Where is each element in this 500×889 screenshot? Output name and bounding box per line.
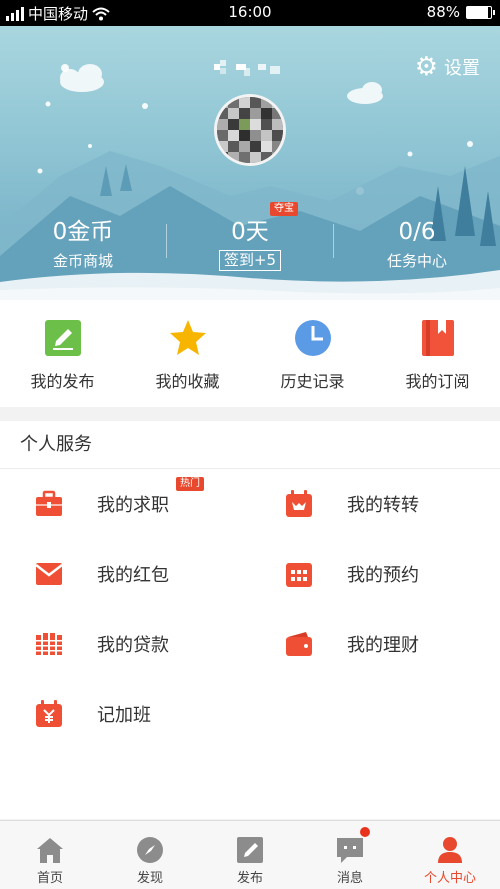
username-pixelated xyxy=(214,60,280,76)
avatar[interactable] xyxy=(214,94,286,166)
tab-publish[interactable]: 发布 xyxy=(200,821,300,889)
settings-button[interactable]: ⚙ 设置 xyxy=(415,54,480,80)
tab-discover[interactable]: 发现 xyxy=(100,821,200,889)
home-icon xyxy=(37,838,63,863)
service-label: 我的转转 xyxy=(347,495,419,516)
pencil-icon xyxy=(237,837,263,863)
status-bar: 中国移动 16:00 88% xyxy=(0,0,500,26)
history-button[interactable]: 历史记录 xyxy=(250,300,375,407)
hot-badge: 热门 xyxy=(176,477,204,491)
bookmark-icon xyxy=(421,320,454,356)
unread-dot xyxy=(360,827,370,837)
quick-action-label: 历史记录 xyxy=(280,372,345,391)
overtime-item[interactable]: 记加班 xyxy=(0,679,250,749)
star-icon xyxy=(169,320,206,355)
envelope-icon xyxy=(35,563,63,585)
section-title: 个人服务 xyxy=(0,421,500,469)
calendar-yen-icon xyxy=(36,700,62,727)
tasks-stat[interactable]: 0/6 任务中心 xyxy=(334,218,500,271)
my-favorites-button[interactable]: 我的收藏 xyxy=(125,300,250,407)
battery-icon xyxy=(466,5,495,19)
wallet-icon xyxy=(286,632,312,656)
tasks-value: 0/6 xyxy=(398,219,436,245)
service-label: 我的求职 xyxy=(97,495,169,516)
tab-bar: 首页 发现 发布 消息 个人中心 xyxy=(0,820,500,889)
appointment-item[interactable]: 我的预约 xyxy=(250,539,500,609)
tasks-label: 任务中心 xyxy=(386,252,447,270)
coins-value: 0金币 xyxy=(52,219,114,245)
tab-home[interactable]: 首页 xyxy=(0,821,100,889)
status-right: 88% xyxy=(426,3,495,21)
job-search-item[interactable]: 我的求职 热门 xyxy=(0,469,250,539)
clock-text: 16:00 xyxy=(228,3,272,21)
wealth-item[interactable]: 我的理财 xyxy=(250,609,500,679)
compass-icon xyxy=(137,837,163,863)
personal-services: 个人服务 我的求职 热门 我的转转 我的红包 我的预约 我的贷款 我的理财 记加… xyxy=(0,421,500,819)
money-stack-icon xyxy=(36,633,62,655)
loan-item[interactable]: 我的贷款 xyxy=(0,609,250,679)
chat-icon xyxy=(337,838,363,863)
profile-header: ⚙ 设置 0金币 金币商城 0天 签到+5 夺宝 0/6 任务中心 xyxy=(0,26,500,300)
checkin-stat[interactable]: 0天 签到+5 xyxy=(167,218,333,271)
tab-label: 发布 xyxy=(236,871,263,886)
service-label: 我的理财 xyxy=(347,635,419,656)
tab-label: 个人中心 xyxy=(423,871,476,886)
person-icon xyxy=(438,837,462,863)
my-subscriptions-button[interactable]: 我的订阅 xyxy=(375,300,500,407)
settings-label: 设置 xyxy=(444,58,480,79)
gear-icon: ⚙ xyxy=(414,52,438,82)
briefcase-icon xyxy=(36,490,62,516)
battery-fill xyxy=(467,6,489,18)
service-label: 记加班 xyxy=(97,705,151,726)
tab-label: 消息 xyxy=(336,871,363,886)
quick-action-label: 我的发布 xyxy=(30,372,95,391)
tab-label: 发现 xyxy=(136,871,163,886)
treasure-badge: 夺宝 xyxy=(270,202,298,216)
tab-messages[interactable]: 消息 xyxy=(300,821,400,889)
service-label: 我的红包 xyxy=(97,565,169,586)
quick-action-label: 我的收藏 xyxy=(155,372,220,391)
service-label: 我的预约 xyxy=(347,565,419,586)
edit-icon xyxy=(44,320,81,356)
service-label: 我的贷款 xyxy=(97,635,169,656)
checkin-value: 0天 xyxy=(231,219,269,245)
red-packet-item[interactable]: 我的红包 xyxy=(0,539,250,609)
zhuanzhuan-item[interactable]: 我的转转 xyxy=(250,469,500,539)
quick-actions: 我的发布 我的收藏 历史记录 我的订阅 xyxy=(0,300,500,407)
quick-action-label: 我的订阅 xyxy=(405,372,470,391)
checkin-label[interactable]: 签到+5 xyxy=(218,250,282,271)
calendar-fox-icon xyxy=(286,490,312,517)
my-posts-button[interactable]: 我的发布 xyxy=(0,300,125,407)
calendar-grid-icon xyxy=(286,563,312,587)
tab-label: 首页 xyxy=(36,871,63,886)
coins-stat[interactable]: 0金币 金币商城 xyxy=(0,218,166,271)
coins-label: 金币商城 xyxy=(52,252,113,270)
clock-icon xyxy=(294,320,331,356)
battery-percent: 88% xyxy=(426,3,460,21)
screen: 中国移动 16:00 88% ⚙ 设置 0金币 金币商城 0天 签到+5 夺宝 … xyxy=(0,0,500,889)
tab-profile[interactable]: 个人中心 xyxy=(400,821,500,889)
